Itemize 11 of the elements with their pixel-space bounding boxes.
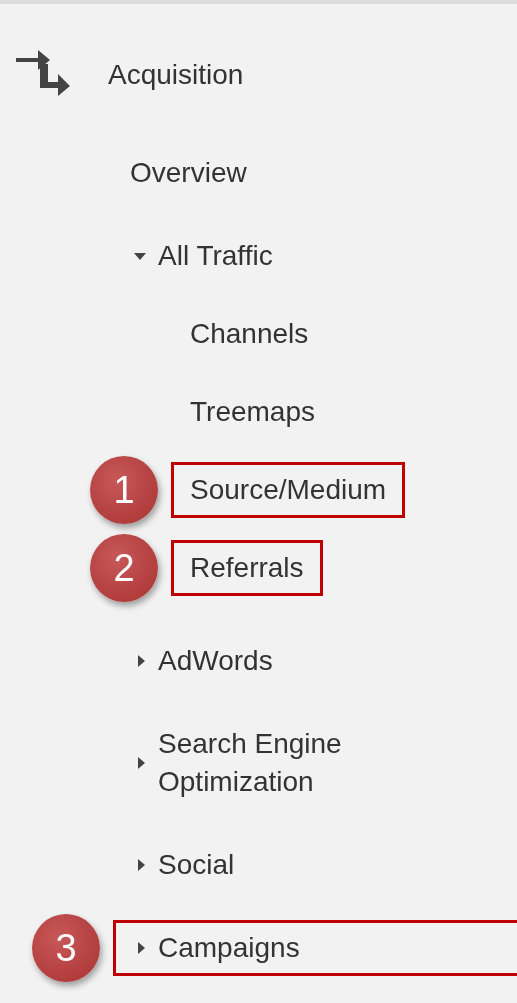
nav-link[interactable]: Social <box>158 846 235 884</box>
section-title[interactable]: Acquisition <box>108 56 244 94</box>
number-badge: 1 <box>90 456 158 524</box>
number-badge: 2 <box>90 534 158 602</box>
number-badge: 3 <box>32 914 100 982</box>
nav-link[interactable]: Channels <box>190 315 309 353</box>
nav-link[interactable]: Overview <box>130 154 247 192</box>
nav-link[interactable]: Search Engine Optimization <box>158 725 418 801</box>
nav-link[interactable]: AdWords <box>158 642 273 680</box>
nav-link[interactable]: Treemaps <box>190 393 315 431</box>
nav-link[interactable]: All Traffic <box>158 237 273 275</box>
